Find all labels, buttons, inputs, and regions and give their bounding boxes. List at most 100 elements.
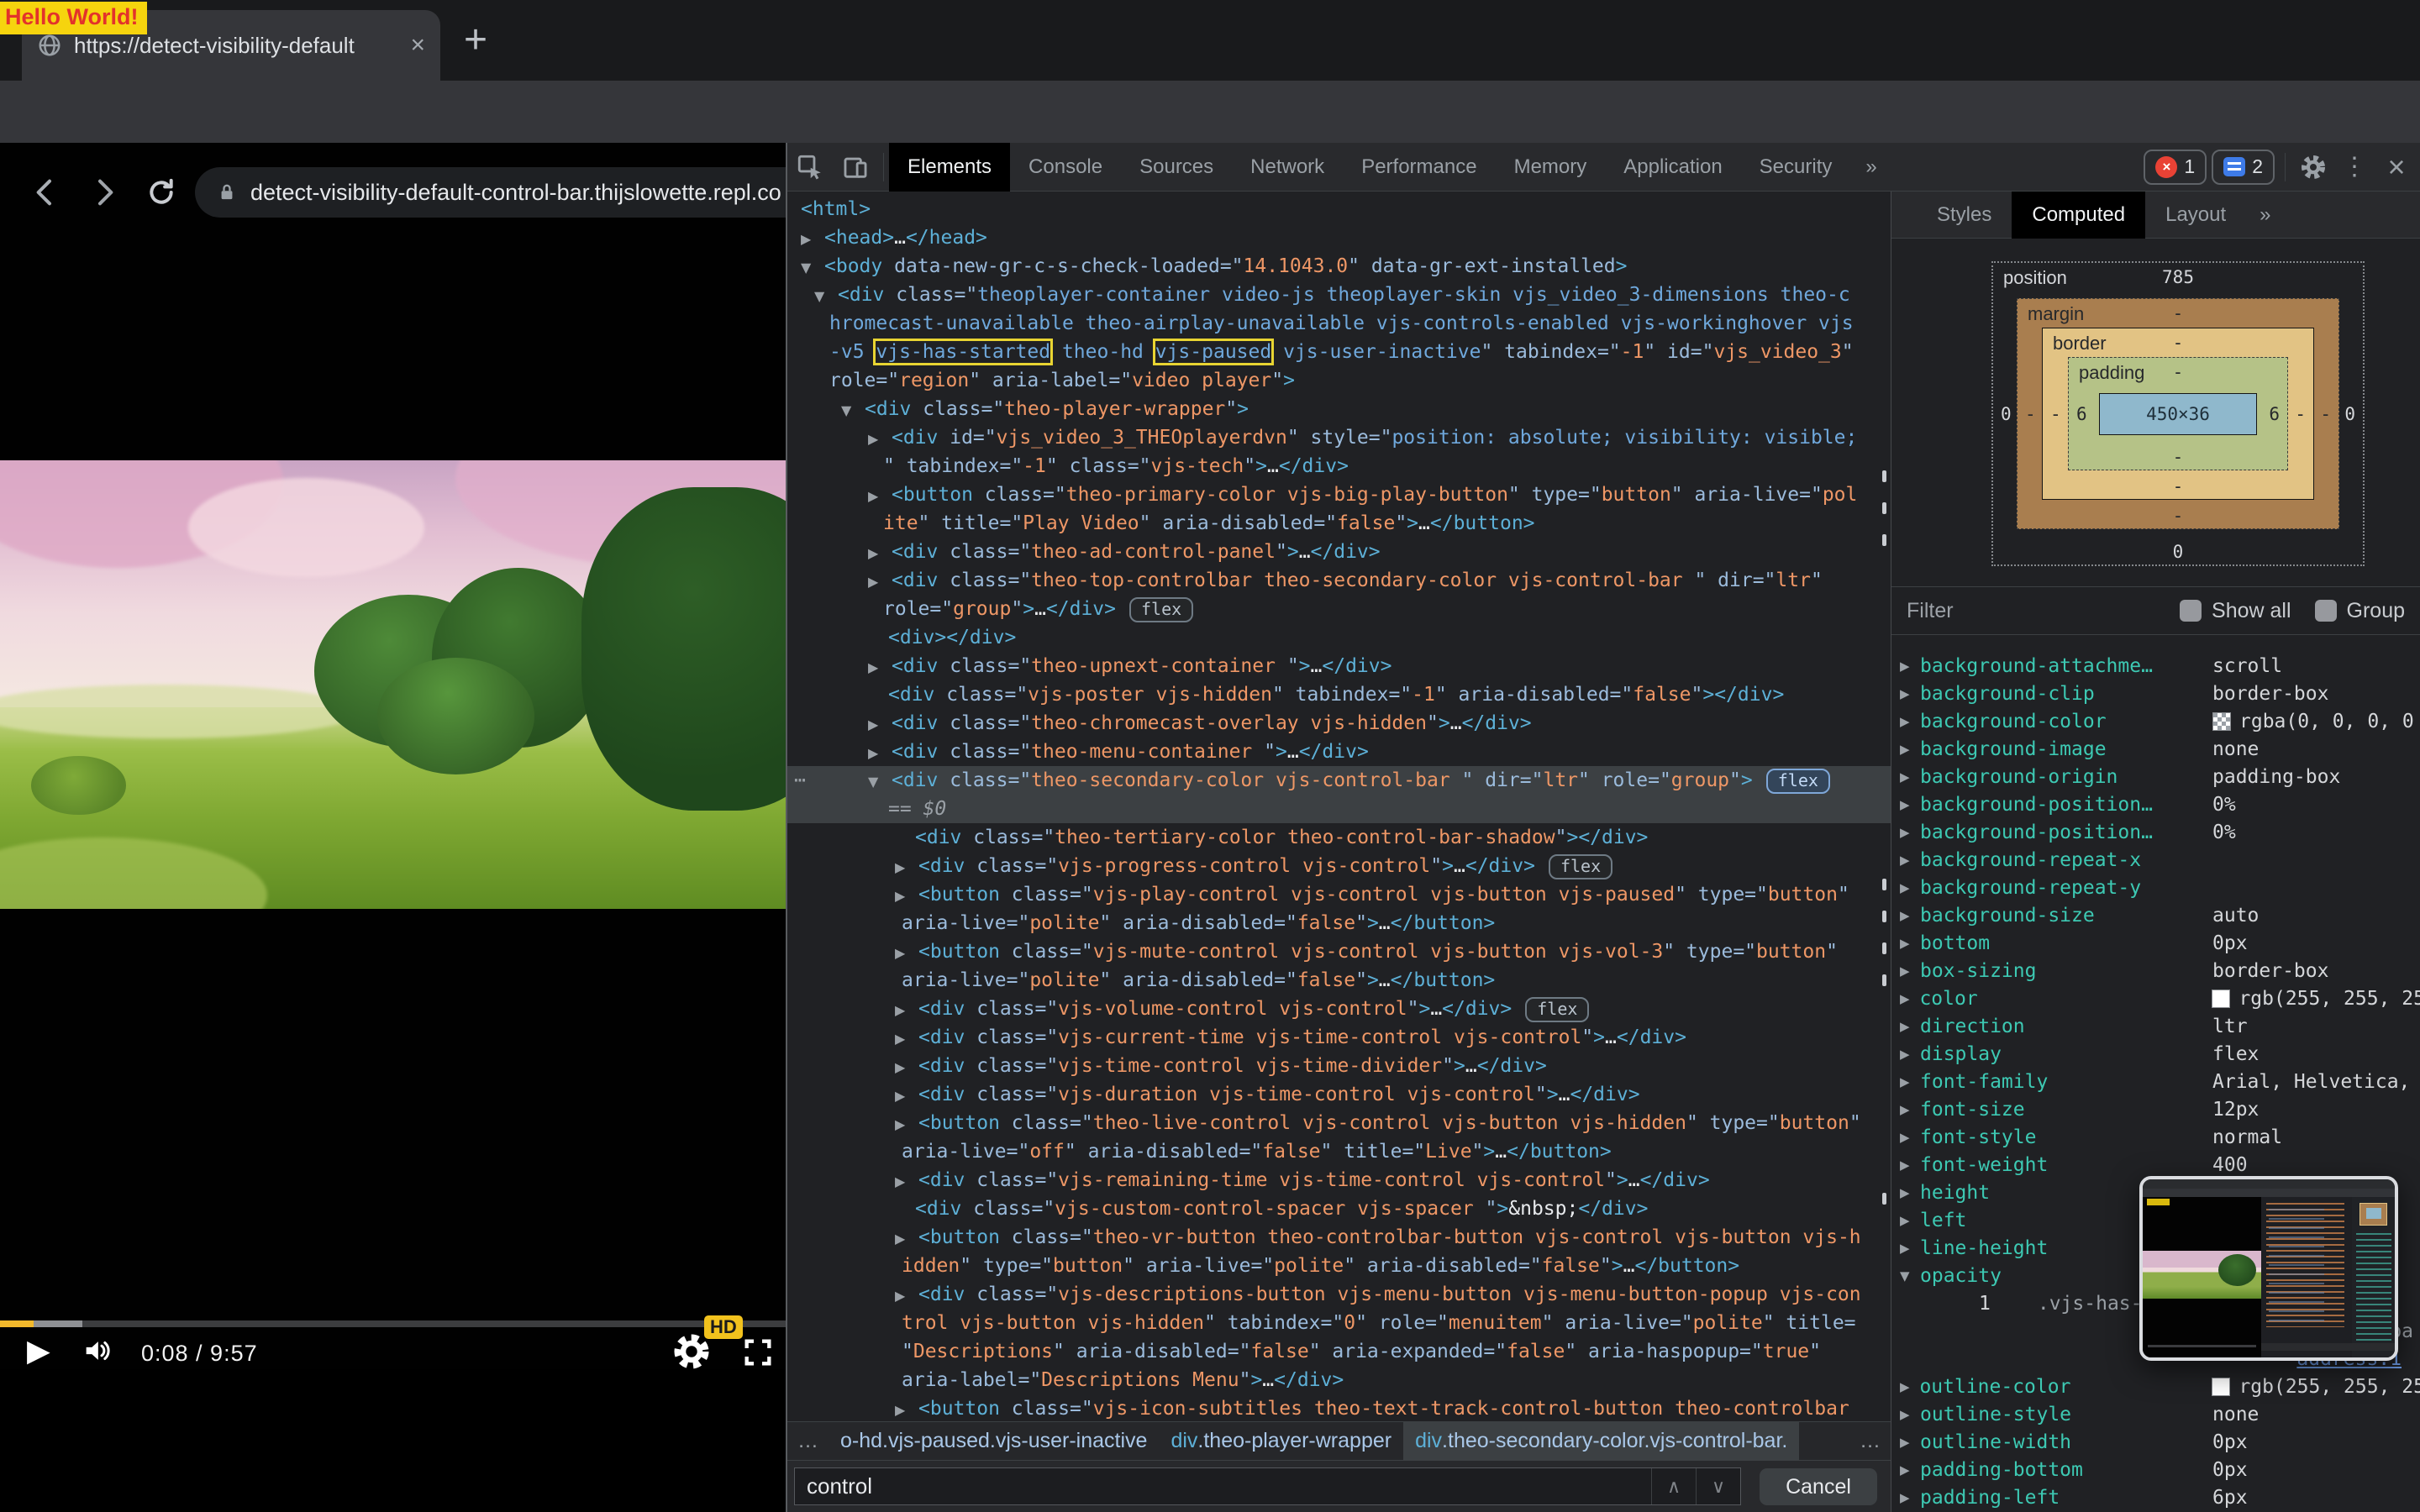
video-progress-bar[interactable] (0, 1320, 786, 1327)
computed-property-row[interactable]: ▶background-position…0% (1891, 790, 2420, 818)
expand-icon[interactable]: ▶ (895, 1082, 918, 1109)
color-swatch-icon[interactable] (2212, 1378, 2230, 1396)
dom-tree-row[interactable]: ▶<button class="vjs-play-control vjs-con… (787, 880, 1891, 909)
expand-icon[interactable]: ▶ (1891, 908, 1920, 923)
dom-tree-row[interactable]: ▶<button class="theo-vr-button theo-cont… (787, 1223, 1891, 1252)
expand-icon[interactable]: ▶ (1891, 797, 1920, 812)
computed-property-row[interactable]: ▶displayflex (1891, 1040, 2420, 1068)
volume-icon[interactable] (79, 1334, 116, 1368)
computed-property-row[interactable]: ▶colorrgb(255, 255, 25 (1891, 984, 2420, 1012)
dom-tree-row[interactable]: role="region" aria-label="video player"> (787, 366, 1891, 395)
expand-icon[interactable]: ▶ (1891, 1158, 1920, 1173)
collapse-icon[interactable]: ▼ (814, 282, 838, 309)
sidebar-tab-layout[interactable]: Layout (2145, 192, 2246, 239)
show-all-checkbox[interactable] (2180, 600, 2202, 622)
fullscreen-icon[interactable] (741, 1336, 775, 1369)
computed-property-row[interactable]: ▶background-sizeauto (1891, 901, 2420, 929)
dom-tree-row[interactable]: " tabindex="-1" class="vjs-tech">…</div> (787, 452, 1891, 480)
expand-icon[interactable]: ▶ (868, 739, 892, 766)
computed-property-row[interactable]: ▶background-position…0% (1891, 818, 2420, 846)
expand-icon[interactable]: ▶ (1891, 769, 1920, 785)
dom-tree-row[interactable]: ▶<div id="vjs_video_3_THEOplayerdvn" sty… (787, 423, 1891, 452)
computed-property-row[interactable]: ▶padding-bottom0px (1891, 1456, 2420, 1483)
dom-tree-row[interactable]: <div></div> (787, 623, 1891, 652)
box-model-margin[interactable]: margin - - - - border - - - - padding - (2017, 298, 2339, 529)
dom-tree-row[interactable]: aria-label="Descriptions Menu">…</div> (787, 1366, 1891, 1394)
expand-icon[interactable]: ▶ (895, 1025, 918, 1052)
dom-tree-row[interactable]: -v5 vjs-has-started theo-hd vjs-paused v… (787, 338, 1891, 366)
expand-icon[interactable]: ▶ (1891, 714, 1920, 729)
computed-property-row[interactable]: ▶padding-left6px (1891, 1483, 2420, 1511)
devtools-close-icon[interactable]: × (2373, 150, 2420, 185)
filter-input[interactable]: Filter (1907, 599, 1954, 623)
dom-tree-row[interactable]: ▶<button class="theo-primary-color vjs-b… (787, 480, 1891, 509)
expand-icon[interactable]: ▶ (1891, 936, 1920, 951)
expand-icon[interactable]: ▶ (895, 1168, 918, 1194)
computed-property-row[interactable]: ▶box-sizingborder-box (1891, 957, 2420, 984)
computed-property-row[interactable]: ▶font-familyArial, Helvetica, (1891, 1068, 2420, 1095)
video-frame[interactable] (0, 460, 786, 909)
collapse-icon[interactable]: ▼ (868, 768, 892, 795)
breadcrumb-item[interactable]: o-hd.vjs-paused.vjs-user-inactive (829, 1422, 1159, 1461)
play-button[interactable]: ▶ (27, 1334, 50, 1368)
more-tabs-icon[interactable]: » (1850, 155, 1891, 179)
dom-tree-row[interactable]: == $0 (787, 795, 1891, 823)
dom-tree-row[interactable]: ▶<div class="vjs-time-control vjs-time-d… (787, 1052, 1891, 1080)
expand-icon[interactable]: ▶ (1891, 963, 1920, 979)
devtools-settings-gear-icon[interactable] (2291, 143, 2336, 192)
box-model[interactable]: position 785 0 0 0 margin - - - - border… (1991, 261, 2365, 566)
dom-tree-row[interactable]: aria-live="polite" aria-disabled="false"… (787, 909, 1891, 937)
dom-tree-row[interactable]: ▼<div class="theo-player-wrapper"> (787, 395, 1891, 423)
dom-tree-row[interactable]: ▶<button class="vjs-icon-subtitles theo-… (787, 1394, 1891, 1421)
expand-icon[interactable]: ▶ (895, 853, 918, 880)
expand-icon[interactable]: ▶ (1891, 1435, 1920, 1450)
error-badge[interactable]: × 1 (2144, 150, 2207, 185)
computed-property-row[interactable]: ▶background-imagenone (1891, 735, 2420, 763)
forward-icon[interactable] (87, 176, 121, 209)
dom-tree-row[interactable]: ite" title="Play Video" aria-disabled="f… (787, 509, 1891, 538)
computed-property-row[interactable]: ▶background-repeat-x (1891, 846, 2420, 874)
search-input[interactable]: control ∧ ∨ (794, 1467, 1741, 1505)
computed-property-row[interactable]: ▶outline-colorrgb(255, 255, 25 (1891, 1373, 2420, 1400)
expand-icon[interactable]: ▶ (1891, 853, 1920, 868)
dom-tree-row[interactable]: ⋯▼<div class="theo-secondary-color vjs-c… (787, 766, 1891, 795)
breadcrumb-overflow-right[interactable]: … (1849, 1429, 1891, 1453)
computed-property-row[interactable]: ▶background-colorrgba(0, 0, 0, 0 (1891, 707, 2420, 735)
device-toolbar-icon[interactable] (833, 143, 878, 192)
flex-badge[interactable]: flex (1766, 769, 1830, 794)
tab-memory[interactable]: Memory (1496, 143, 1606, 192)
expand-icon[interactable]: ▶ (1891, 1102, 1920, 1117)
tab-close-icon[interactable]: × (410, 33, 425, 58)
box-model-border[interactable]: border - - - - padding - 6 6 - 450×36 (2042, 328, 2314, 500)
breadcrumb-item[interactable]: div.theo-secondary-color.vjs-control-bar… (1403, 1422, 1799, 1461)
dom-tree-row[interactable]: <html> (787, 195, 1891, 223)
new-tab-button[interactable]: + (464, 17, 487, 63)
color-swatch-icon[interactable] (2212, 990, 2230, 1008)
computed-property-row[interactable]: ▶background-attachme…scroll (1891, 652, 2420, 680)
dom-tree-row[interactable]: ▶<div class="vjs-volume-control vjs-cont… (787, 995, 1891, 1023)
expand-icon[interactable]: ▶ (1891, 991, 1919, 1006)
expand-icon[interactable]: ▶ (1891, 1019, 1920, 1034)
dom-tree-row[interactable]: ▶<button class="vjs-mute-control vjs-con… (787, 937, 1891, 966)
computed-property-row[interactable]: ▶font-stylenormal (1891, 1123, 2420, 1151)
dom-tree-row[interactable]: ▶<div class="theo-top-controlbar theo-se… (787, 566, 1891, 595)
dom-tree-row[interactable]: ▶<div class="vjs-current-time vjs-time-c… (787, 1023, 1891, 1052)
sidebar-tab-computed[interactable]: Computed (2012, 192, 2145, 239)
dom-tree-row[interactable]: ▶<div class="theo-ad-control-panel">…</d… (787, 538, 1891, 566)
dom-tree-row[interactable]: ▶<div class="theo-upnext-container ">…</… (787, 652, 1891, 680)
breadcrumb-item[interactable]: div.theo-player-wrapper (1159, 1422, 1403, 1461)
dom-tree-row[interactable]: idden" type="button" aria-live="polite" … (787, 1252, 1891, 1280)
expand-icon[interactable]: ▶ (868, 425, 892, 452)
computed-property-row[interactable]: ▶outline-stylenone (1891, 1400, 2420, 1428)
expand-icon[interactable]: ▶ (801, 225, 824, 252)
collapse-icon[interactable]: ▼ (1891, 1268, 1920, 1284)
dom-tree-row[interactable]: role="group">…</div>flex (787, 595, 1891, 623)
tab-application[interactable]: Application (1605, 143, 1740, 192)
computed-property-row[interactable]: ▶background-originpadding-box (1891, 763, 2420, 790)
flex-badge[interactable]: flex (1129, 597, 1193, 622)
dom-tree-row[interactable]: trol vjs-button vjs-hidden" tabindex="0"… (787, 1309, 1891, 1337)
expand-icon[interactable]: ▶ (895, 1282, 918, 1309)
computed-property-row[interactable]: ▶directionltr (1891, 1012, 2420, 1040)
screenshot-thumbnail[interactable] (2139, 1176, 2398, 1361)
computed-property-row[interactable]: ▶font-size12px (1891, 1095, 2420, 1123)
